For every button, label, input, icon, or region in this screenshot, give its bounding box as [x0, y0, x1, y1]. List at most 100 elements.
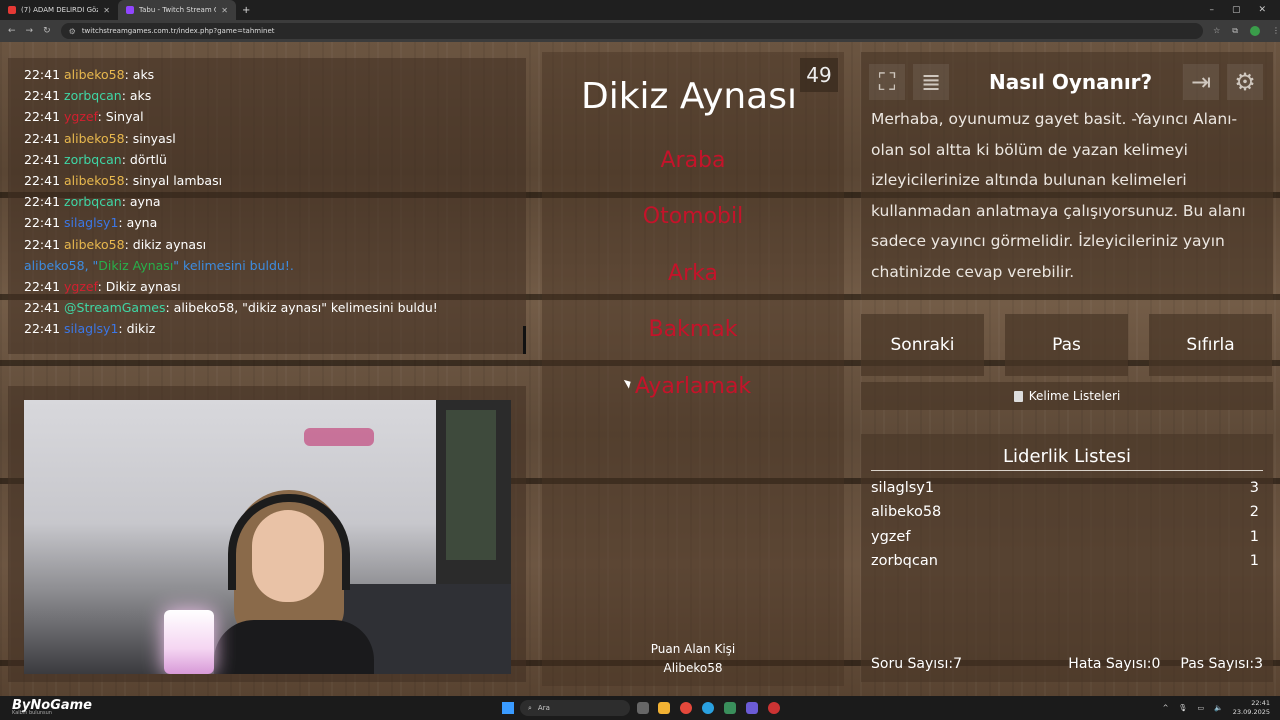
chat-username[interactable]: alibeko58 [64, 173, 125, 188]
windows-start-icon[interactable] [502, 702, 514, 714]
volume-icon[interactable]: 🔈 [1214, 704, 1223, 712]
chat-list: 22:41 alibeko58: aks 22:41 zorbqcan: aks 2… [24, 64, 526, 340]
obs-icon[interactable] [768, 702, 780, 714]
leaderboard-panel: Liderlik Listesi silaglsy1 3 alibeko58 2… [861, 434, 1273, 682]
file-explorer-icon[interactable] [658, 702, 670, 714]
player-name: silaglsy1 [871, 480, 935, 496]
chat-timestamp: 22:41 [24, 109, 61, 125]
twitch-icon [126, 6, 134, 14]
chat-text: : aks [124, 67, 155, 82]
lamp [164, 610, 214, 674]
chat-message: 22:41 ygzef: Sinyal [24, 106, 526, 127]
leaderboard-title: Liderlik Listesi [1003, 446, 1131, 467]
mic-icon[interactable]: 🎙 [1179, 704, 1188, 712]
clipboard-icon [1013, 390, 1023, 402]
chat-message: alibeko58, "Dikiz Aynası" kelimesini bul… [24, 257, 294, 273]
chat-username[interactable]: @StreamGames [64, 300, 165, 315]
chat-timestamp: 22:41 [24, 151, 61, 167]
player-score: 3 [1249, 480, 1259, 496]
app-icon[interactable] [724, 702, 736, 714]
browser-tab-youtube[interactable]: (7) ADAM DELİRDİ Gözümüzü ✕ [0, 0, 118, 20]
url-input[interactable]: ⚙ twitchstreamgames.com.tr/index.php?gam… [60, 23, 1204, 39]
discord-icon[interactable] [746, 702, 758, 714]
player-score: 2 [1249, 504, 1259, 520]
bookmark-star-icon[interactable]: ☆ [1213, 26, 1220, 36]
chat-text: : dikiz [118, 321, 156, 337]
forbidden-word: Ayarlamak [634, 374, 752, 399]
task-view-icon[interactable] [637, 702, 649, 714]
forward-icon[interactable]: → [26, 26, 34, 36]
chat-username[interactable]: silaglsy1 [64, 321, 118, 336]
chat-text: : sinyasl [124, 130, 176, 146]
chat-text: : alibeko58, "dikiz aynası" kelimesini b… [165, 300, 438, 316]
chrome-icon[interactable] [680, 702, 692, 714]
leaderboard-divider [871, 470, 1263, 471]
site-info-icon[interactable]: ⚙ [69, 27, 76, 36]
edge-icon[interactable] [702, 702, 714, 714]
forbidden-word: Bakmak [648, 317, 738, 342]
streamer-body [214, 620, 374, 674]
fullscreen-icon[interactable]: ⛶ [869, 64, 905, 100]
chat-username[interactable]: zorbqcan [64, 152, 122, 167]
chat-username[interactable]: ygzef [64, 109, 98, 124]
chat-text: : ayna [118, 215, 158, 231]
close-tab-icon[interactable]: ✕ [221, 6, 228, 15]
chat-username[interactable]: ygzef [64, 279, 98, 294]
browser-toolbar: ☆ ⧉ ⋮ [1213, 26, 1280, 36]
reload-icon[interactable]: ↻ [43, 26, 51, 36]
chat-message: 22:41 zorbqcan: aks [24, 85, 526, 106]
chat-message: 22:41 alibeko58: dikiz aynası [24, 234, 526, 255]
system-clock[interactable]: 22:41 23.09.2025 [1233, 699, 1270, 717]
webcam-door [436, 400, 511, 600]
player-name: ygzef [871, 529, 911, 545]
player-name: zorbqcan [871, 553, 938, 569]
chat-text: : sinyal lambası [124, 173, 223, 189]
network-icon[interactable]: ▭ [1197, 704, 1204, 712]
close-window-button[interactable]: ✕ [1258, 5, 1266, 15]
chat-timestamp: 22:41 [24, 215, 61, 231]
chat-timestamp: 22:41 [24, 88, 61, 104]
back-icon[interactable]: ← [8, 26, 16, 36]
chat-scrollbar[interactable] [523, 326, 526, 354]
browser-tab-tabu[interactable]: Tabu - Twitch Stream Game ✕ [118, 0, 236, 20]
target-word: Dikiz Aynası [580, 76, 798, 117]
next-button[interactable]: Sonraki [861, 314, 984, 376]
webcam-panel [8, 386, 526, 682]
chat-username[interactable]: zorbqcan [64, 88, 122, 103]
search-icon: ⌕ [528, 703, 532, 712]
word-lists-button[interactable]: Kelime Listeleri [861, 382, 1273, 410]
profile-avatar[interactable] [1250, 26, 1260, 36]
chat-username[interactable]: alibeko58 [64, 67, 125, 82]
player-score: 1 [1249, 553, 1259, 569]
tray-chevron-icon[interactable]: ^ [1163, 704, 1169, 712]
pass-button[interactable]: Pas [1005, 314, 1128, 376]
pass-count: Pas Sayısı:3 [1180, 656, 1263, 672]
leaderboard-row: silaglsy1 3 [871, 480, 1259, 496]
chat-username[interactable]: alibeko58 [64, 131, 125, 146]
tab-title: Tabu - Twitch Stream Game [139, 6, 216, 14]
chat-message: 22:41 silaglsy1: ayna [24, 212, 526, 233]
logout-icon[interactable]: ⇥ [1183, 64, 1219, 100]
chat-username[interactable]: silaglsy1 [64, 215, 118, 230]
minimize-button[interactable]: – [1209, 5, 1214, 15]
extensions-icon[interactable]: ⧉ [1232, 26, 1238, 36]
reset-button[interactable]: Sıfırla [1149, 314, 1272, 376]
scorer-name: Alibeko58 [663, 661, 723, 675]
leaderboard-row: zorbqcan 1 [871, 553, 1259, 569]
settings-gear-icon[interactable]: ⚙ [1227, 64, 1263, 100]
webcam-shelf [304, 428, 374, 446]
chat-text: : dikiz aynası [124, 236, 207, 252]
chat-timestamp: 22:41 [24, 194, 61, 210]
notes-icon[interactable]: ≣ [913, 64, 949, 100]
chat-username[interactable]: zorbqcan [64, 194, 122, 209]
chat-timestamp: 22:41 [24, 321, 61, 337]
menu-icon[interactable]: ⋮ [1272, 26, 1280, 36]
taskbar-search-input[interactable]: ⌕ Ara [520, 700, 630, 716]
chat-username[interactable]: alibeko58 [64, 237, 125, 252]
maximize-button[interactable]: ▢ [1232, 5, 1241, 15]
close-tab-icon[interactable]: ✕ [103, 6, 110, 15]
chat-timestamp: 22:41 [24, 236, 61, 252]
new-tab-button[interactable]: + [236, 5, 256, 16]
webcam-feed [24, 400, 511, 674]
chat-message: 22:41 @StreamGames: alibeko58, "dikiz ay… [24, 297, 526, 318]
